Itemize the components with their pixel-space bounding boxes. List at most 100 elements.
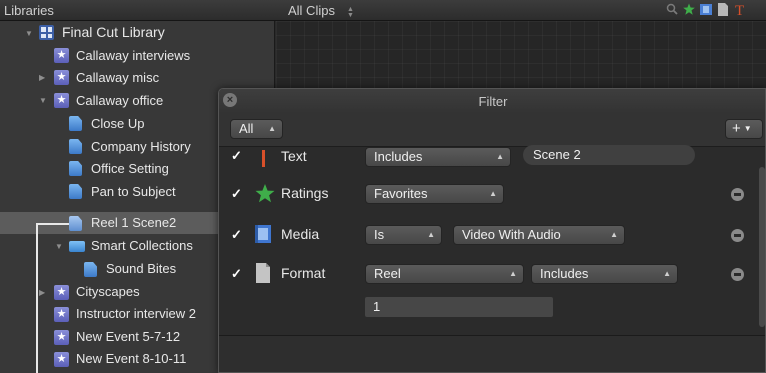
clips-filter-popup[interactable]: All Clips (288, 3, 335, 18)
libraries-header: Libraries (4, 3, 54, 18)
chevron-down-icon: ▼ (743, 124, 752, 134)
rule-format: ✓ Format Reel ▲ Includes ▲ (219, 259, 765, 289)
text-search-value: Scene 2 (533, 147, 581, 162)
filter-title: Filter (478, 94, 508, 109)
event-star-icon: ★ (54, 93, 69, 108)
rule-label: Text (281, 148, 307, 164)
rule-checkbox[interactable]: ✓ (231, 228, 244, 241)
document-icon (255, 263, 271, 283)
sidebar-item-label: Sound Bites (106, 261, 177, 276)
disclosure-closed-icon[interactable]: ▶ (39, 73, 45, 82)
sidebar-item-label: Instructor interview 2 (76, 306, 196, 321)
keyword-collection-icon (84, 262, 97, 277)
sidebar-item-final-cut-library[interactable]: ▼ Final Cut Library (0, 22, 275, 44)
rule-operator-popup[interactable]: Includes ▲ (365, 147, 511, 167)
keyword-collection-icon (69, 161, 82, 176)
text-t-icon (255, 147, 271, 167)
rule-operator-popup[interactable]: Favorites ▲ (365, 184, 504, 204)
text-t-icon[interactable]: T (734, 3, 746, 19)
sidebar-item-label: Callaway interviews (76, 48, 191, 63)
callout-line (36, 223, 38, 373)
rule-text: ✓ Text Includes ▲ Scene 2 (219, 143, 765, 173)
plus-icon: + (732, 120, 741, 137)
match-all-label: All (239, 121, 254, 136)
add-rule-button[interactable]: + ▼ (725, 119, 763, 139)
disclosure-open-icon[interactable]: ▼ (25, 29, 33, 38)
rule-label: Media (281, 226, 320, 242)
filter-footer (219, 335, 765, 372)
sidebar-item-label: Company History (91, 139, 191, 154)
disclosure-open-icon[interactable]: ▼ (39, 96, 47, 105)
sidebar-item-label: Reel 1 Scene2 (91, 215, 177, 230)
filter-titlebar: × Filter (219, 89, 765, 113)
rule-operator-label: Reel (374, 266, 401, 281)
rule-label: Format (281, 265, 326, 281)
top-bar: Libraries All Clips ▲▼ T (0, 0, 766, 21)
sidebar-item-label: New Event 5-7-12 (76, 329, 181, 344)
rule-operator-popup[interactable]: Is ▲ (365, 225, 442, 245)
sidebar-item-label: Pan to Subject (91, 184, 176, 199)
event-star-icon: ★ (54, 48, 69, 63)
rule-operator-popup[interactable]: Reel ▲ (365, 264, 524, 284)
match-all-popup[interactable]: All ▲ (230, 119, 283, 139)
event-star-icon: ★ (54, 330, 69, 345)
film-icon (255, 224, 271, 243)
film-icon[interactable] (700, 3, 712, 16)
sidebar-item-label: Smart Collections (91, 238, 193, 253)
format-match-label: Includes (540, 266, 589, 281)
remove-rule-button[interactable] (731, 229, 744, 242)
rule-checkbox[interactable]: ✓ (231, 149, 244, 162)
disclosure-closed-icon[interactable]: ▶ (39, 288, 45, 297)
event-star-icon: ★ (54, 352, 69, 367)
rule-operator-label: Is (374, 227, 385, 242)
keyword-collection-icon (69, 116, 82, 131)
callout-line (36, 223, 69, 225)
sidebar-item-callaway-interviews[interactable]: ★ Callaway interviews (0, 44, 275, 66)
rule-checkbox[interactable]: ✓ (231, 267, 244, 280)
format-value: 1 (373, 299, 381, 314)
popup-arrows-icon: ▲ (610, 230, 618, 239)
library-icon (39, 25, 54, 40)
event-star-icon: ★ (54, 70, 69, 85)
filter-toolbar: All ▲ + ▼ (219, 113, 765, 147)
svg-text:T: T (735, 3, 744, 16)
event-star-icon: ★ (54, 285, 69, 300)
filter-window: × Filter All ▲ + ▼ ✓ Text Includes ▲ Scen… (218, 88, 766, 373)
rule-media: ✓ Media Is ▲ Video With Audio ▲ (219, 220, 765, 250)
media-type-label: Video With Audio (462, 227, 561, 242)
popup-arrows-icon: ▲ (663, 269, 671, 278)
browser-icons: T (666, 3, 746, 19)
remove-rule-button[interactable] (731, 188, 744, 201)
clips-filter-arrows: ▲▼ (347, 6, 354, 18)
smart-collection-icon (69, 216, 82, 231)
media-type-popup[interactable]: Video With Audio ▲ (453, 225, 625, 245)
sidebar-item-label: Callaway misc (76, 70, 160, 85)
filter-rules: ✓ Text Includes ▲ Scene 2 ✓ Ratings Favo… (219, 145, 765, 335)
sidebar-item-label: Callaway office (76, 93, 164, 108)
sidebar-item-callaway-misc[interactable]: ▶ ★ Callaway misc (0, 66, 275, 88)
document-icon[interactable] (717, 3, 729, 16)
format-match-popup[interactable]: Includes ▲ (531, 264, 678, 284)
disclosure-open-icon[interactable]: ▼ (55, 242, 63, 251)
event-star-icon: ★ (54, 307, 69, 322)
text-search-field[interactable]: Scene 2 (523, 145, 695, 165)
clips-filter-label: All Clips (288, 3, 335, 18)
rule-checkbox[interactable]: ✓ (231, 187, 244, 200)
popup-arrows-icon: ▲ (489, 189, 497, 198)
sidebar-item-label: Cityscapes (76, 284, 140, 299)
sidebar-item-label: Final Cut Library (62, 24, 165, 40)
popup-arrows-icon: ▲ (427, 230, 435, 239)
remove-rule-button[interactable] (731, 268, 744, 281)
rule-operator-label: Includes (374, 149, 423, 164)
keyword-collection-icon (69, 139, 82, 154)
sidebar-item-label: Office Setting (91, 161, 169, 176)
popup-arrows-icon: ▲ (268, 124, 276, 133)
search-icon[interactable] (666, 3, 678, 16)
folder-icon (69, 241, 85, 252)
rule-label: Ratings (281, 185, 329, 201)
scrollbar[interactable] (759, 167, 765, 327)
keyword-collection-icon (69, 184, 82, 199)
star-icon[interactable] (683, 3, 695, 16)
popup-arrows-icon: ▲ (496, 152, 504, 161)
format-value-field[interactable]: 1 (365, 297, 553, 317)
